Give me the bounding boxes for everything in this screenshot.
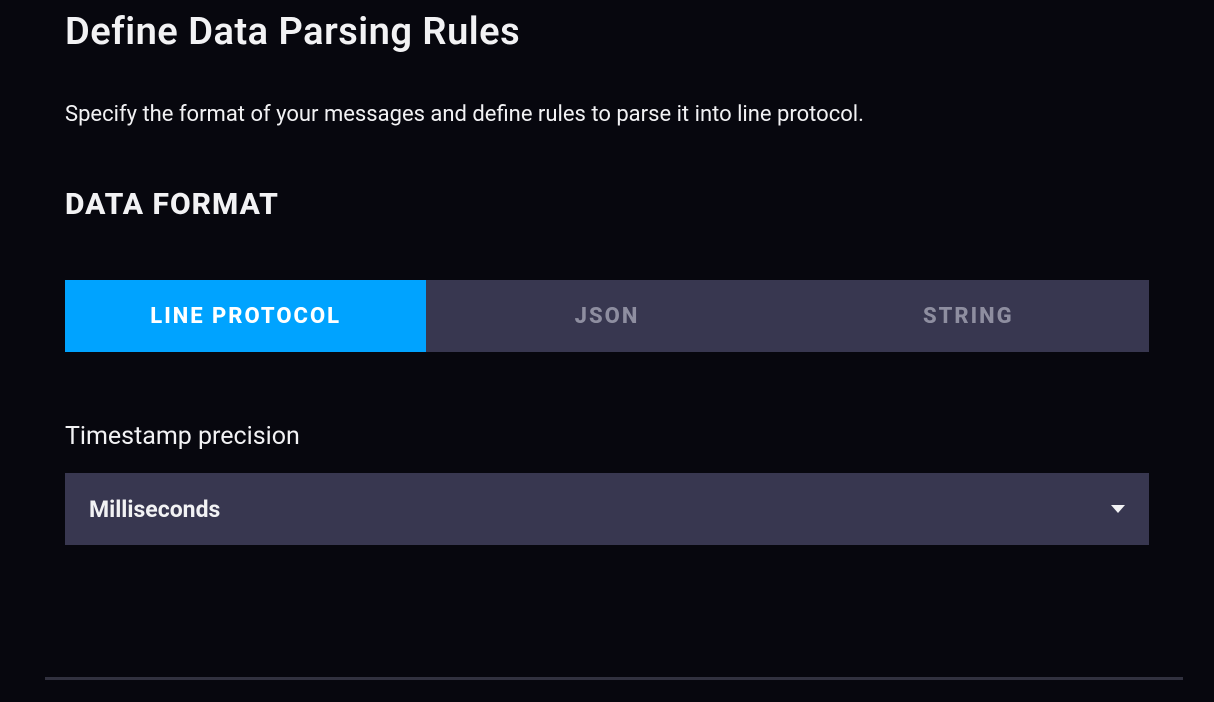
tab-label: STRING — [923, 304, 1014, 329]
timestamp-precision-select[interactable]: Milliseconds — [65, 473, 1149, 545]
timestamp-precision-label: Timestamp precision — [65, 422, 1149, 451]
data-format-tabs: LINE PROTOCOL JSON STRING — [65, 280, 1149, 352]
caret-down-icon — [1111, 505, 1125, 513]
divider — [45, 677, 1183, 680]
data-format-heading: DATA FORMAT — [65, 187, 1149, 222]
tab-label: LINE PROTOCOL — [150, 304, 341, 329]
select-value: Milliseconds — [89, 496, 220, 523]
tab-line-protocol[interactable]: LINE PROTOCOL — [65, 280, 426, 352]
timestamp-precision-select-wrapper: Milliseconds — [65, 473, 1149, 545]
page-description: Specify the format of your messages and … — [65, 102, 1149, 127]
tab-string[interactable]: STRING — [788, 280, 1149, 352]
tab-label: JSON — [575, 304, 640, 329]
tab-json[interactable]: JSON — [426, 280, 787, 352]
page-title: Define Data Parsing Rules — [65, 10, 1149, 54]
